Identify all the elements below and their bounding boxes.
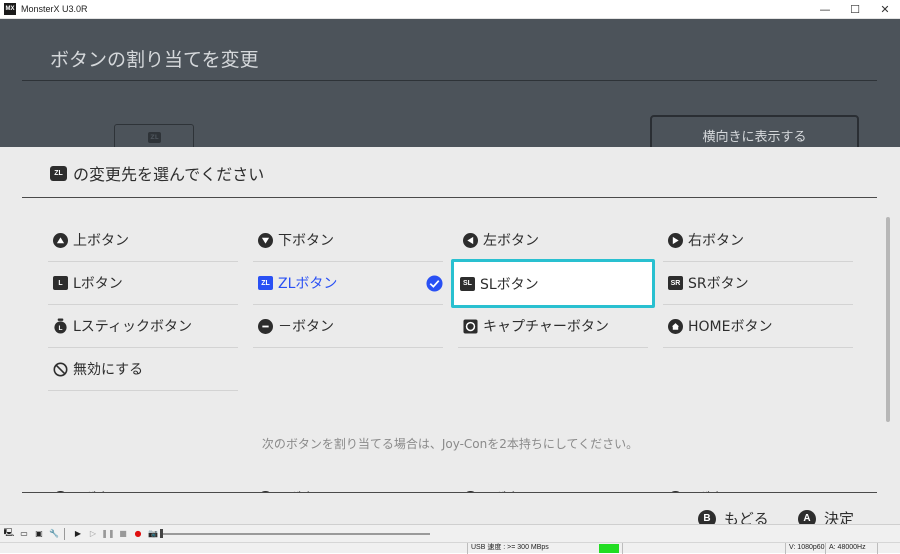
minus-button-icon: [258, 318, 273, 334]
svg-text:L: L: [59, 325, 63, 332]
option-sr-button[interactable]: SR SRボタン: [663, 262, 853, 305]
option-row: L Lボタン ZL ZLボタン SL SLボタン SR SRボタン: [48, 259, 858, 308]
l-button-icon: L: [53, 276, 68, 291]
dialog-footer: B もどる A 決定: [0, 492, 900, 524]
usb-speed-status: USB 速度 : >= 300 MBps: [467, 543, 597, 554]
option-l-button[interactable]: L Lボタン: [48, 262, 238, 305]
settings-wrench-icon[interactable]: 🔧: [48, 528, 60, 540]
dpad-right-icon: [668, 232, 683, 248]
option-label: 無効にする: [73, 362, 144, 378]
resize-grip[interactable]: [877, 543, 900, 554]
disable-icon: [53, 362, 68, 377]
maximize-button[interactable]: ☐: [840, 0, 870, 19]
snapshot-camera-icon[interactable]: 📷: [147, 528, 159, 540]
option-label: Lボタン: [73, 276, 123, 292]
dual-joycon-note: 次のボタンを割り当てる場合は、Joy-Conを2本持ちにしてください。: [261, 437, 639, 451]
image-icon[interactable]: ▣: [33, 528, 45, 540]
option-left-button[interactable]: 左ボタン: [458, 219, 648, 262]
option-zl-button[interactable]: ZL ZLボタン: [253, 262, 443, 305]
seek-thumb[interactable]: [160, 529, 163, 538]
record-icon[interactable]: ●: [132, 528, 144, 540]
back-button[interactable]: B もどる: [698, 508, 769, 524]
option-label: 左ボタン: [483, 233, 539, 249]
option-disable[interactable]: 無効にする: [48, 348, 238, 391]
option-row: L Lスティックボタン －ボタン キャプチャーボタン HOMEボタン: [48, 305, 858, 348]
background-page-title: ボタンの割り当てを変更: [50, 49, 259, 71]
option-right-button[interactable]: 右ボタン: [663, 219, 853, 262]
option-label: 上ボタン: [73, 233, 129, 249]
dpad-up-icon: [53, 232, 68, 248]
option-minus-button[interactable]: －ボタン: [253, 305, 443, 348]
home-button-icon: [668, 318, 683, 334]
toolbar-separator: [64, 527, 65, 540]
window-titlebar: MX MonsterX U3.0R — ☐ ✕: [0, 0, 900, 19]
background-divider: [22, 80, 877, 81]
option-capture-button[interactable]: キャプチャーボタン: [458, 305, 648, 348]
player-control-bar: 🖳 ▭ ▣ 🔧 ▶ ▷ ❚❚ ■ ● 📷: [0, 524, 900, 542]
play-icon[interactable]: ▶: [72, 528, 84, 540]
remap-dialog: ZL の変更先を選んでください 上ボタン 下ボタン 左ボタン 右ボタン L Lボ…: [0, 147, 900, 524]
a-button-icon: A: [798, 509, 816, 524]
option-label: ZLボタン: [278, 276, 338, 292]
dialog-divider: [22, 197, 877, 198]
option-label: Lスティックボタン: [73, 319, 192, 335]
option-home-button[interactable]: HOMEボタン: [663, 305, 853, 348]
zl-icon: ZL: [50, 165, 67, 181]
ok-button[interactable]: A 決定: [798, 508, 854, 524]
pause-icon[interactable]: ❚❚: [101, 528, 114, 540]
option-sl-button[interactable]: SL SLボタン: [451, 259, 655, 308]
zl-button-icon: ZL: [258, 276, 273, 291]
dialog-header: ZL の変更先を選んでください: [50, 161, 264, 185]
status-empty-segment: [622, 543, 785, 554]
option-down-button[interactable]: 下ボタン: [253, 219, 443, 262]
option-row: 上ボタン 下ボタン 左ボタン 右ボタン: [48, 219, 858, 262]
capture-screen: ボタンの割り当てを変更 ZL 横向きに表示する ZL の変更先を選んでください …: [0, 19, 900, 524]
option-label: 右ボタン: [688, 233, 744, 249]
audio-rate-status: A: 48000Hz: [825, 543, 875, 554]
ok-label: 決定: [824, 510, 855, 524]
dialog-scrollbar[interactable]: [886, 217, 890, 422]
option-label: －ボタン: [278, 319, 334, 335]
dpad-left-icon: [463, 232, 478, 248]
window-controls: — ☐ ✕: [810, 0, 900, 19]
status-bar: USB 速度 : >= 300 MBps V: 1080p60 A: 48000…: [0, 542, 900, 554]
option-label: SRボタン: [688, 276, 749, 292]
sl-button-icon: SL: [460, 276, 475, 291]
option-l-stick-button[interactable]: L Lスティックボタン: [48, 305, 238, 348]
option-label: HOMEボタン: [688, 319, 773, 335]
video-icon[interactable]: ▭: [18, 528, 30, 540]
sr-button-icon: SR: [668, 276, 683, 291]
option-label: SLボタン: [480, 276, 539, 293]
checkmark-icon: [426, 275, 443, 292]
footer-divider: [22, 492, 877, 493]
seek-track[interactable]: [160, 533, 430, 535]
video-format-status: V: 1080p60: [785, 543, 825, 554]
option-label: キャプチャーボタン: [483, 319, 609, 335]
l-stick-icon: L: [53, 318, 68, 334]
signal-indicator: [599, 544, 619, 553]
option-label: 下ボタン: [278, 233, 334, 249]
option-row: 無効にする: [48, 348, 858, 391]
background-zl-icon: ZL: [148, 132, 161, 143]
step-forward-icon[interactable]: ▷: [87, 528, 99, 540]
close-button[interactable]: ✕: [870, 0, 900, 19]
option-up-button[interactable]: 上ボタン: [48, 219, 238, 262]
capture-device-icon[interactable]: 🖳: [3, 528, 15, 540]
dialog-title: の変更先を選んでください: [73, 165, 265, 184]
dpad-down-icon: [258, 232, 273, 248]
app-icon: MX: [4, 3, 16, 15]
window-title: MonsterX U3.0R: [21, 4, 88, 14]
capture-button-icon: [463, 318, 478, 334]
minimize-button[interactable]: —: [810, 0, 840, 19]
b-button-icon: B: [698, 509, 716, 524]
back-label: もどる: [724, 510, 769, 524]
stop-icon[interactable]: ■: [117, 528, 129, 540]
